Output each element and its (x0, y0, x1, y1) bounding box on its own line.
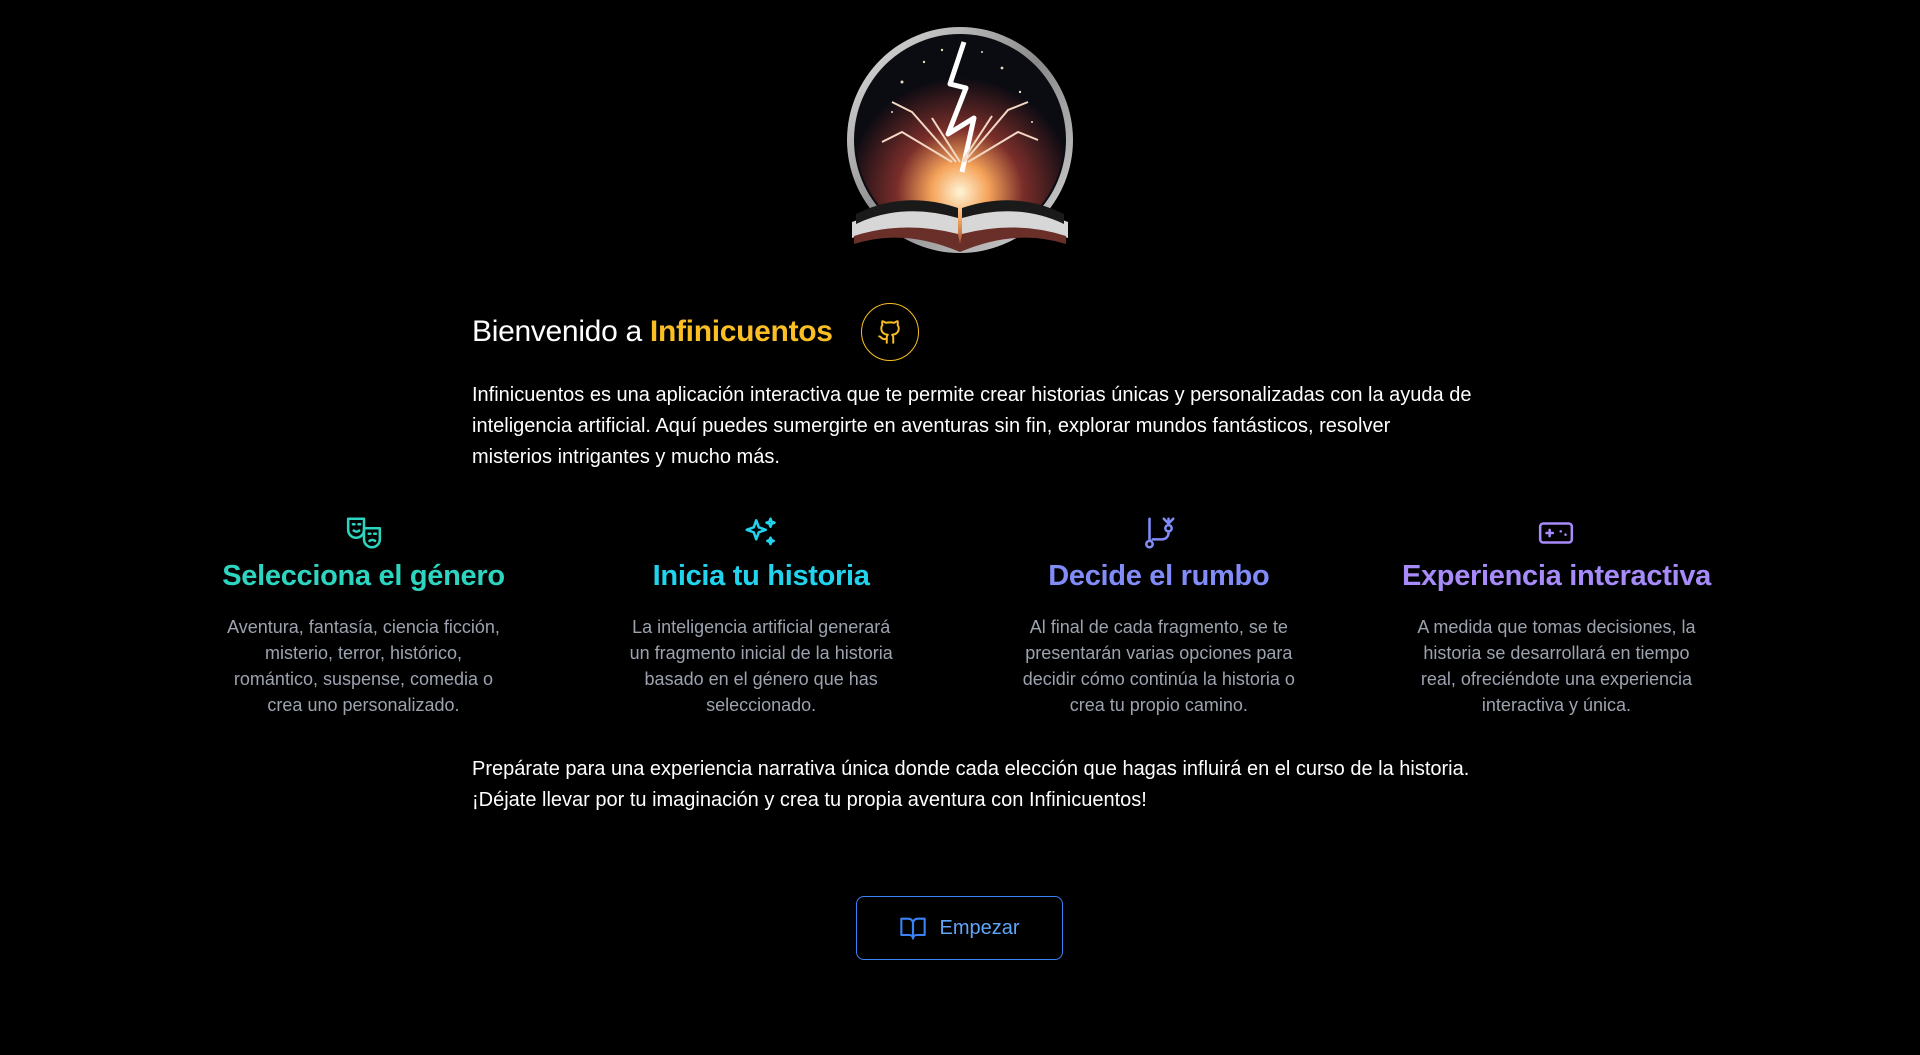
feature-interactive: Experiencia interactiva A medida que tom… (1358, 514, 1755, 715)
feature-direction: Decide el rumbo Al final de cada fragmen… (960, 514, 1357, 715)
feature-description: Aventura, fantasía, ciencia ficción, mis… (227, 617, 500, 715)
outro-paragraph: Prepárate para una experiencia narrativa… (472, 758, 1470, 811)
intro-paragraph: Infinicuentos es una aplicación interact… (472, 384, 1472, 468)
feature-description: La inteligencia artificial generará un f… (629, 617, 893, 715)
start-button[interactable]: Empezar (856, 896, 1063, 960)
feature-title: Decide el rumbo (1048, 560, 1270, 592)
theater-masks-icon (344, 514, 384, 552)
start-button-label: Empezar (939, 916, 1020, 939)
feature-title: Selecciona el género (222, 560, 505, 592)
git-branch-icon (1139, 514, 1179, 552)
feature-start: Inicia tu historia La inteligencia artif… (563, 514, 960, 715)
features-list: Selecciona el género Aventura, fantasía,… (165, 514, 1755, 715)
github-icon (877, 320, 900, 344)
open-book-icon (900, 917, 927, 940)
gamepad-icon (1536, 514, 1576, 552)
brand-name: Infinicuentos (649, 315, 833, 348)
page-title: Bienvenido a Infinicuentos (472, 315, 833, 349)
feature-title: Inicia tu historia (652, 560, 870, 592)
welcome-prefix: Bienvenido a (472, 315, 650, 348)
feature-genre: Selecciona el género Aventura, fantasía,… (165, 514, 562, 715)
welcome-header: Bienvenido a Infinicuentos (472, 302, 919, 362)
feature-title: Experiencia interactiva (1401, 560, 1711, 592)
landing-page: Bienvenido a Infinicuentos Infinicuentos… (0, 0, 1920, 1055)
github-button[interactable] (860, 303, 919, 361)
book-lightning-logo (832, 22, 1088, 262)
feature-description: A medida que tomas decisiones, la histor… (1417, 617, 1696, 715)
sparkles-icon (741, 514, 781, 552)
feature-description: Al final de cada fragmento, se te presen… (1022, 617, 1295, 715)
